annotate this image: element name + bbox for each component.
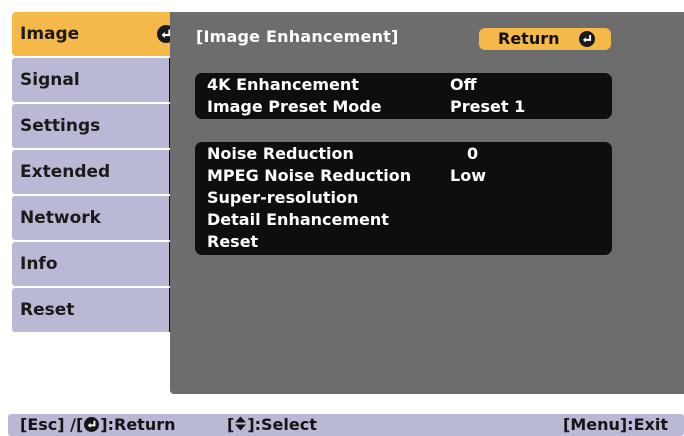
hint-menu-exit: [Menu]:Exit <box>563 415 668 434</box>
hint-select: [ ]:Select <box>227 414 317 436</box>
menu-row-label: Detail Enhancement <box>207 210 389 229</box>
return-button-label: Return <box>498 29 560 48</box>
sidebar-item-extended[interactable]: Extended <box>12 150 183 194</box>
hint-text: [Esc] /[ <box>20 415 84 434</box>
menu-row-value: Preset 1 <box>450 97 526 116</box>
sidebar-item-network[interactable]: Network <box>12 196 183 240</box>
sidebar-item-info[interactable]: Info <box>12 242 183 286</box>
page-title: [Image Enhancement] <box>196 27 399 46</box>
enter-arrow-icon <box>84 417 100 432</box>
sidebar-item-label: Signal <box>12 58 169 102</box>
enter-arrow-icon <box>579 31 595 47</box>
sidebar-item-label: Settings <box>12 104 169 148</box>
menu-row-value: 0 <box>467 144 479 163</box>
menu-row-label: Noise Reduction <box>207 144 354 163</box>
menu-row-detail-enhancement[interactable]: Detail Enhancement <box>195 209 612 231</box>
noise-group: Noise Reduction 0 MPEG Noise Reduction L… <box>195 142 612 255</box>
hint-bar: [Esc] /[ ]:Return [ ]:Select [Menu]:Exit <box>8 414 684 436</box>
sidebar-item-label: Reset <box>12 288 169 332</box>
hint-text: ]:Select <box>247 415 317 434</box>
menu-row-reset[interactable]: Reset <box>195 231 612 253</box>
menu-row-label: Super-resolution <box>207 188 359 207</box>
menu-row-mpeg-noise-reduction[interactable]: MPEG Noise Reduction Low <box>195 165 612 187</box>
sidebar-item-settings[interactable]: Settings <box>12 104 183 148</box>
up-down-icon <box>234 415 247 436</box>
menu-row-label: Reset <box>207 232 259 251</box>
menu-row-label: 4K Enhancement <box>207 75 359 94</box>
sidebar-item-label: Network <box>12 196 169 240</box>
return-button[interactable]: Return <box>479 28 611 50</box>
sidebar-item-signal[interactable]: Signal <box>12 58 183 102</box>
menu-row-label: MPEG Noise Reduction <box>207 166 412 185</box>
sidebar-item-label: Info <box>12 242 169 286</box>
projector-menu-screen: Image Signal Settings Extended Network I… <box>0 0 684 436</box>
sidebar-item-reset[interactable]: Reset <box>12 288 183 332</box>
menu-row-label: Image Preset Mode <box>207 97 382 116</box>
hint-text: ]:Return <box>100 415 176 434</box>
menu-row-noise-reduction[interactable]: Noise Reduction 0 <box>195 143 612 165</box>
sidebar-item-image[interactable]: Image <box>12 12 183 56</box>
menu-row-super-resolution[interactable]: Super-resolution <box>195 187 612 209</box>
menu-row-image-preset-mode[interactable]: Image Preset Mode Preset 1 <box>195 96 612 118</box>
enhancement-group: 4K Enhancement Off Image Preset Mode Pre… <box>195 73 612 119</box>
menu-row-4k-enhancement[interactable]: 4K Enhancement Off <box>195 74 612 96</box>
sidebar-item-label: Extended <box>12 150 169 194</box>
sidebar: Image Signal Settings Extended Network I… <box>12 12 183 337</box>
menu-row-value: Off <box>450 75 477 94</box>
menu-row-value: Low <box>450 166 486 185</box>
settings-panel: [Image Enhancement] Return 4K Enhancemen… <box>170 12 684 394</box>
hint-text: [ <box>227 415 235 434</box>
hint-esc-return: [Esc] /[ ]:Return <box>20 414 176 436</box>
